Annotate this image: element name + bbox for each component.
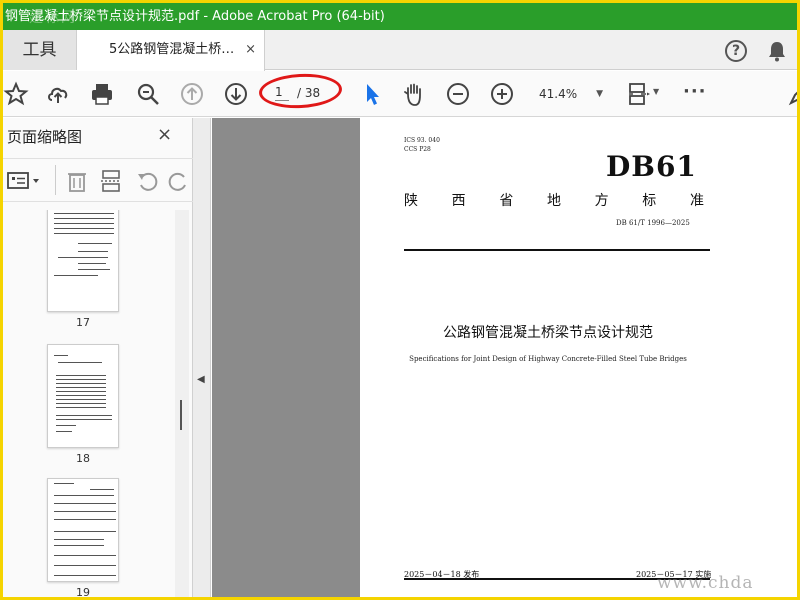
search-zoom-icon[interactable] <box>135 81 161 107</box>
pointer-icon[interactable] <box>359 81 385 107</box>
window-title: 钢管混凝土桥梁节点设计规范.pdf - Adobe Acrobat Pro (6… <box>5 9 385 24</box>
province-standard-heading: 陕 西 省 地 方 标 准 <box>404 190 704 210</box>
zoom-value: 41.4% <box>539 87 578 101</box>
hand-icon[interactable] <box>401 81 427 107</box>
arrow-down-icon[interactable] <box>223 81 249 107</box>
heading-char: 西 <box>451 193 466 209</box>
panel-toolbar <box>3 158 193 202</box>
zoom-in-icon[interactable] <box>489 81 515 107</box>
panel-title: 页面缩略图 <box>7 128 83 146</box>
rotate-left-icon[interactable] <box>135 169 159 197</box>
thumbnail-scrollbar[interactable] <box>175 210 189 597</box>
document-viewport[interactable]: ICS 93. 040 CCS P28 DB61 陕 西 省 地 方 标 准 D… <box>212 118 797 597</box>
heading-char: 省 <box>499 193 514 209</box>
tab-document[interactable]: 5公路钢管混凝土桥… × <box>77 30 265 71</box>
cloud-upload-icon[interactable] <box>45 81 71 107</box>
tab-bar: 工具 5公路钢管混凝土桥… × ? <box>3 30 797 71</box>
thumbnail-options-icon[interactable] <box>7 171 43 195</box>
divider <box>404 249 710 251</box>
trash-icon[interactable] <box>65 169 89 197</box>
thumbnail-label: 19 <box>76 586 90 597</box>
heading-char: 方 <box>594 193 609 209</box>
bell-icon[interactable] <box>767 40 787 62</box>
heading-char: 准 <box>689 193 704 209</box>
ics-code: ICS 93. 040 <box>404 137 440 144</box>
toolbar: 1 / 38 41.4% ▼ ▼ ··· <box>3 71 797 117</box>
tab-close-icon[interactable]: × <box>245 30 256 70</box>
zoom-select[interactable]: 41.4% ▼ <box>533 82 609 106</box>
heading-char: 地 <box>546 193 561 209</box>
thumbnail-label: 17 <box>76 316 90 329</box>
rotate-right-icon[interactable] <box>167 169 191 197</box>
title-bar: 钢管混凝土桥梁节点设计规范.pdf - Adobe Acrobat Pro (6… <box>3 3 797 30</box>
insert-page-icon[interactable] <box>99 169 123 197</box>
more-icon[interactable]: ··· <box>683 81 707 102</box>
thumbnail-page-18[interactable] <box>47 344 119 448</box>
tab-document-label: 5公路钢管混凝土桥… <box>109 42 235 57</box>
thumbnail-page-19[interactable] <box>47 478 119 582</box>
divider <box>55 165 56 195</box>
help-icon[interactable]: ? <box>725 40 747 62</box>
star-icon[interactable] <box>3 81 29 107</box>
fit-page-icon[interactable] <box>625 81 651 107</box>
panel-close-icon[interactable]: × <box>157 124 172 145</box>
standard-number: DB 61/T 1996—2025 <box>616 219 690 227</box>
heading-char: 陕 <box>404 193 418 209</box>
thumbnail-label: 18 <box>76 452 90 465</box>
thumbnail-panel: 页面缩略图 × 17 18 19 <box>3 118 193 597</box>
watermark-bottom-right: www.chda <box>657 573 754 593</box>
zoom-out-icon[interactable] <box>445 81 471 107</box>
chevron-down-icon: ▼ <box>596 89 603 99</box>
collapse-left-icon[interactable]: ◀ <box>197 374 205 385</box>
arrow-up-icon[interactable] <box>179 81 205 107</box>
scrollbar-thumb[interactable] <box>180 400 182 430</box>
viewport-right-margin <box>736 118 797 597</box>
document-title-en: Specifications for Joint Design of Highw… <box>409 355 687 363</box>
tab-tools[interactable]: 工具 <box>3 30 77 70</box>
pen-icon[interactable] <box>787 81 797 107</box>
document-title-cn: 公路钢管混凝土桥梁节点设计规范 <box>443 325 653 341</box>
standard-code: DB61 <box>606 150 697 183</box>
print-icon[interactable] <box>89 81 115 107</box>
ccs-code: CCS P28 <box>404 146 431 153</box>
heading-char: 标 <box>642 193 657 209</box>
app-window: 钢管混凝土桥梁节点设计规范.pdf - Adobe Acrobat Pro (6… <box>3 3 797 597</box>
thumbnail-page-17[interactable] <box>47 210 119 312</box>
fit-page-caret-icon[interactable]: ▼ <box>653 87 659 96</box>
thumbnail-list: 17 18 19 <box>3 210 175 597</box>
pdf-page: ICS 93. 040 CCS P28 DB61 陕 西 省 地 方 标 准 D… <box>360 118 736 597</box>
panel-collapse-strip[interactable]: ◀ <box>193 118 211 597</box>
